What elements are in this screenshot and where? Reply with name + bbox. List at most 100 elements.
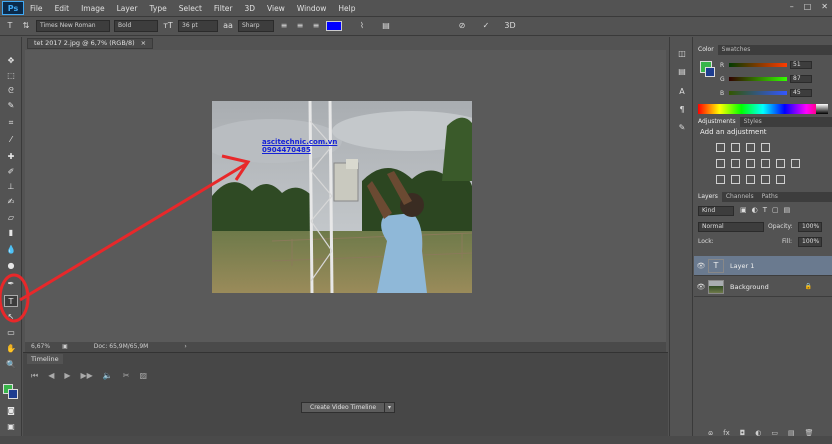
layer-name[interactable]: Layer 1 [730, 262, 754, 270]
tab-layers[interactable]: Layers [694, 192, 722, 202]
audio-icon[interactable]: 🔈 [103, 371, 113, 381]
paragraph-icon[interactable]: ¶ [676, 105, 688, 115]
menu-edit[interactable]: Edit [49, 4, 76, 13]
prev-frame-icon[interactable]: ◀ [48, 371, 54, 381]
selective-color-icon[interactable] [776, 175, 785, 184]
invert-icon[interactable] [716, 175, 725, 184]
create-video-timeline-dropdown[interactable]: ▾ [384, 402, 395, 413]
font-family-select[interactable]: Times New Roman [36, 20, 110, 32]
filter-type-icon[interactable]: T [763, 206, 767, 214]
slider-blue-value[interactable]: 45 [790, 89, 812, 97]
character-panel-icon[interactable]: ▤ [380, 20, 392, 32]
photo-filter-icon[interactable] [776, 159, 785, 168]
slider-green-value[interactable]: 87 [790, 75, 812, 83]
properties-icon[interactable]: ▤ [676, 67, 688, 77]
hand-tool-icon[interactable]: ✋ [4, 343, 18, 355]
marquee-tool-icon[interactable]: ⬚ [4, 70, 18, 82]
first-frame-icon[interactable]: ⏮ [31, 371, 38, 381]
brightness-contrast-icon[interactable] [716, 143, 725, 152]
slider-blue-track[interactable] [729, 91, 787, 95]
font-size-select[interactable]: 36 pt [178, 20, 218, 32]
canvas-image[interactable]: ascitechnic.com.vn 0904470485 [212, 101, 472, 293]
commit-icon[interactable]: ✓ [480, 20, 492, 32]
color-spectrum-bw[interactable] [816, 104, 828, 114]
layer-row-layer-1[interactable]: 👁 T Layer 1 [694, 256, 832, 276]
filter-smart-icon[interactable]: ▤ [784, 206, 791, 214]
eyedropper-tool-icon[interactable]: ⁄ [4, 134, 18, 146]
next-frame-icon[interactable]: ▶▶ [81, 371, 93, 381]
gradient-tool-icon[interactable]: ▮ [4, 227, 18, 239]
align-left-icon[interactable]: ≡ [278, 20, 290, 32]
vibrance-icon[interactable] [716, 159, 725, 168]
history-brush-tool-icon[interactable]: ✍ [4, 196, 18, 208]
quick-mask-icon[interactable]: ◙ [4, 405, 18, 417]
slider-green-track[interactable] [729, 77, 787, 81]
fill-field[interactable]: 100% [798, 237, 822, 247]
type-tool-icon[interactable]: T [4, 295, 18, 307]
menu-help[interactable]: Help [332, 4, 361, 13]
curves-icon[interactable] [746, 143, 755, 152]
transition-icon[interactable]: ▨ [140, 371, 148, 381]
color-panel-background[interactable] [705, 67, 715, 77]
font-style-select[interactable]: Bold [114, 20, 158, 32]
slider-red-value[interactable]: 51 [790, 61, 812, 69]
text-orientation-icon[interactable]: ⇅ [20, 20, 32, 32]
layer-visibility-eye-icon[interactable]: 👁 [694, 262, 708, 270]
posterize-icon[interactable] [731, 175, 740, 184]
close-button[interactable]: ✕ [821, 2, 828, 11]
3d-icon[interactable]: 3D [504, 20, 516, 32]
anti-alias-select[interactable]: Sharp [238, 20, 274, 32]
clone-stamp-tool-icon[interactable]: ⊥ [4, 181, 18, 193]
dodge-tool-icon[interactable]: ● [4, 260, 18, 272]
menu-filter[interactable]: Filter [208, 4, 239, 13]
history-icon[interactable]: ◫ [676, 49, 688, 59]
color-spectrum[interactable] [698, 104, 828, 114]
color-balance-icon[interactable] [746, 159, 755, 168]
screen-mode-icon[interactable]: ▣ [4, 421, 18, 433]
tab-paths[interactable]: Paths [758, 192, 782, 202]
black-white-icon[interactable] [761, 159, 770, 168]
background-color-swatch[interactable] [8, 389, 18, 399]
gradient-map-icon[interactable] [761, 175, 770, 184]
create-video-timeline-button[interactable]: Create Video Timeline [301, 402, 386, 413]
layer-filter-kind[interactable]: Kind [698, 206, 734, 216]
blend-mode-select[interactable]: Normal [698, 222, 764, 232]
crop-tool-icon[interactable]: ⌗ [4, 117, 18, 129]
menu-3d[interactable]: 3D [238, 4, 261, 13]
status-icon[interactable]: ▣ [62, 342, 68, 352]
text-color-swatch[interactable] [326, 21, 342, 31]
threshold-icon[interactable] [746, 175, 755, 184]
brush-preset-icon[interactable]: ✎ [676, 123, 688, 133]
brush-tool-icon[interactable]: ✐ [4, 166, 18, 178]
photo-text-layer[interactable]: ascitechnic.com.vn 0904470485 [262, 138, 337, 154]
eraser-tool-icon[interactable]: ▱ [4, 212, 18, 224]
maximize-button[interactable]: □ [804, 2, 812, 11]
slider-red-track[interactable] [729, 63, 787, 67]
tab-styles[interactable]: Styles [740, 117, 766, 127]
timeline-tab[interactable]: Timeline [27, 354, 63, 364]
status-arrow-icon[interactable]: › [184, 342, 186, 352]
opacity-field[interactable]: 100% [798, 222, 822, 232]
hue-saturation-icon[interactable] [731, 159, 740, 168]
path-selection-tool-icon[interactable]: ↖ [4, 311, 18, 323]
healing-brush-tool-icon[interactable]: ✚ [4, 151, 18, 163]
layer-name[interactable]: Background [730, 283, 769, 291]
cancel-icon[interactable]: ⊘ [456, 20, 468, 32]
menu-type[interactable]: Type [144, 4, 173, 13]
filter-pixel-icon[interactable]: ▣ [740, 206, 747, 214]
doc-size[interactable]: Doc: 65,9M/65,9M [94, 342, 149, 352]
character-icon[interactable]: A [676, 87, 688, 97]
align-right-icon[interactable]: ≡ [310, 20, 322, 32]
filter-shape-icon[interactable]: ▢ [772, 206, 779, 214]
menu-select[interactable]: Select [173, 4, 208, 13]
play-icon[interactable]: ▶ [64, 371, 70, 381]
warp-text-icon[interactable]: ⌇ [356, 20, 368, 32]
zoom-level[interactable]: 6,67% [31, 342, 50, 352]
zoom-tool-icon[interactable]: 🔍 [4, 359, 18, 371]
align-center-icon[interactable]: ≡ [294, 20, 306, 32]
tab-channels[interactable]: Channels [722, 192, 758, 202]
document-tab-close-icon[interactable]: × [141, 39, 146, 48]
pen-tool-icon[interactable]: ✒ [4, 278, 18, 290]
layer-row-background[interactable]: 👁 Background 🔒 [694, 277, 832, 297]
menu-file[interactable]: File [24, 4, 49, 13]
